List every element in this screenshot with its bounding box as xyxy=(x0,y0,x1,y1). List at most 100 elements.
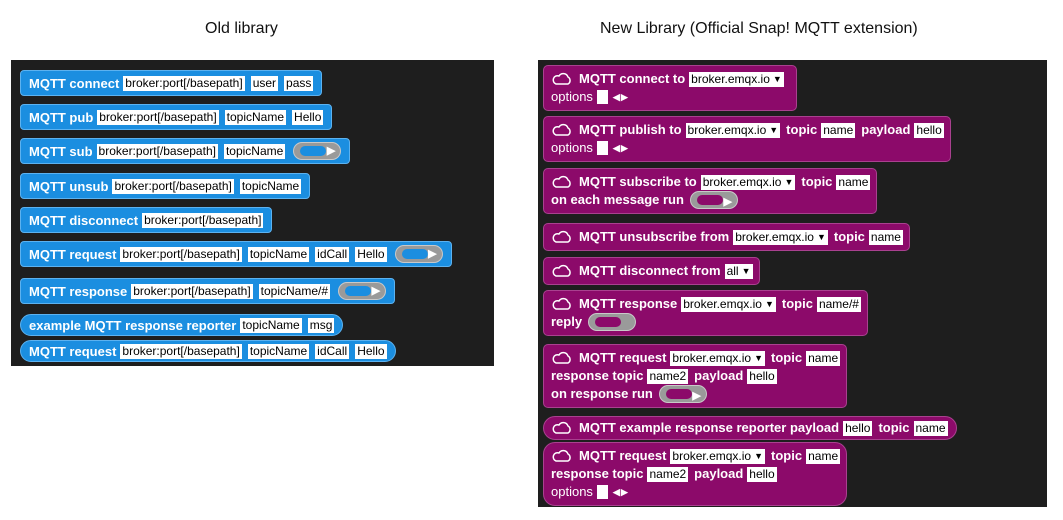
payload-keyword: payload xyxy=(861,122,911,137)
old-disconnect-block[interactable]: MQTT disconnect broker:port[/basepath] xyxy=(20,207,273,233)
topic-input[interactable]: topicName xyxy=(224,109,287,125)
id-input[interactable]: idCall xyxy=(315,343,350,359)
ring-slot-icon[interactable]: ▶ xyxy=(689,191,738,209)
target-dropdown[interactable]: all ▼ xyxy=(724,263,753,279)
old-unsub-block[interactable]: MQTT unsub broker:port[/basepath] topicN… xyxy=(20,173,311,199)
ring-slot-icon[interactable]: ▶ xyxy=(588,313,637,331)
broker-input[interactable]: broker:port[/basepath] xyxy=(112,178,234,194)
cloud-icon xyxy=(552,264,571,277)
topic-input[interactable]: name/# xyxy=(816,296,861,312)
broker-input[interactable]: broker:port[/basepath] xyxy=(131,283,253,299)
new-response-block[interactable]: MQTT response broker.emqx.io ▼ topic name… xyxy=(543,290,868,336)
payload-keyword: payload xyxy=(694,466,744,481)
payload-keyword: payload xyxy=(694,368,744,383)
topic-input[interactable]: name xyxy=(913,420,948,436)
payload-input[interactable]: hello xyxy=(747,466,777,482)
broker-input[interactable]: broker:port[/basepath] xyxy=(96,143,218,159)
variadic-arrows-icon[interactable]: ◀▶ xyxy=(613,139,629,157)
options-input[interactable] xyxy=(596,485,608,499)
new-connect-block[interactable]: MQTT connect to broker.emqx.io ▼ options … xyxy=(543,65,797,111)
broker-input[interactable]: broker:port[/basepath] xyxy=(142,212,264,228)
payload-input[interactable]: hello xyxy=(747,368,777,384)
variadic-arrows-icon[interactable]: ◀▶ xyxy=(613,88,629,106)
dropdown-arrow-icon: ▼ xyxy=(754,450,764,461)
reply-label: reply xyxy=(551,314,583,329)
topic-keyword: topic xyxy=(781,296,813,311)
payload-input[interactable]: Hello xyxy=(292,109,324,125)
block-label: MQTT disconnect from xyxy=(579,263,721,278)
variadic-arrows-icon[interactable]: ◀▶ xyxy=(613,483,629,501)
payload-input[interactable]: Hello xyxy=(355,246,387,262)
broker-input[interactable]: broker:port[/basepath] xyxy=(97,109,219,125)
topic-input[interactable]: name xyxy=(821,122,856,138)
new-subscribe-block[interactable]: MQTT subscribe to broker.emqx.io ▼ topic … xyxy=(543,168,878,214)
payload-input[interactable]: hello xyxy=(914,122,944,138)
topic-input[interactable]: topicName xyxy=(247,343,310,359)
old-response-block[interactable]: MQTT response broker:port[/basepath] top… xyxy=(20,278,396,304)
cloud-icon xyxy=(552,175,571,188)
broker-dropdown[interactable]: broker.emqx.io ▼ xyxy=(733,229,828,245)
payload-input[interactable]: hello xyxy=(843,420,873,436)
dropdown-arrow-icon: ▼ xyxy=(816,231,826,242)
ring-slot-icon[interactable]: ▶ xyxy=(394,245,443,263)
options-label: options xyxy=(551,89,593,104)
topic-input[interactable]: name xyxy=(868,229,903,245)
new-request-reporter[interactable]: MQTT request broker.emqx.io ▼ topic name … xyxy=(543,442,848,506)
old-sub-block[interactable]: MQTT sub broker:port[/basepath] topicNam… xyxy=(20,138,351,164)
old-example-reporter[interactable]: example MQTT response reporter topicName… xyxy=(20,314,344,336)
topic-keyword: topic xyxy=(771,350,803,365)
old-library-heading: Old library xyxy=(205,20,278,37)
ring-slot-icon[interactable]: ▶ xyxy=(338,282,387,300)
options-label: options xyxy=(551,140,593,155)
block-label: MQTT connect to xyxy=(579,71,686,86)
msg-input[interactable]: msg xyxy=(307,317,335,333)
new-example-reporter[interactable]: MQTT example response reporter payload h… xyxy=(543,416,957,440)
old-pub-block[interactable]: MQTT pub broker:port[/basepath] topicNam… xyxy=(20,104,333,130)
on-response-label: on response run xyxy=(551,386,653,401)
topic-input[interactable]: name xyxy=(806,350,841,366)
old-request-block[interactable]: MQTT request broker:port[/basepath] topi… xyxy=(20,241,452,267)
broker-dropdown[interactable]: broker.emqx.io ▼ xyxy=(700,174,796,190)
dropdown-arrow-icon: ▼ xyxy=(754,352,764,363)
payload-input[interactable]: Hello xyxy=(355,343,387,359)
cloud-icon xyxy=(552,421,571,434)
block-label: MQTT pub xyxy=(29,109,94,125)
broker-dropdown[interactable]: broker.emqx.io ▼ xyxy=(681,296,776,312)
topic-input[interactable]: topicName xyxy=(239,178,302,194)
response-topic-input[interactable]: name2 xyxy=(647,368,689,384)
topic-keyword: topic xyxy=(833,229,865,244)
broker-input[interactable]: broker:port[/basepath] xyxy=(120,246,242,262)
user-input[interactable]: user xyxy=(250,75,279,91)
broker-dropdown[interactable]: broker.emqx.io ▼ xyxy=(689,71,784,87)
ring-slot-icon[interactable]: ▶ xyxy=(658,385,707,403)
cloud-icon xyxy=(552,72,571,85)
topic-input[interactable]: topicName xyxy=(247,246,310,262)
options-input[interactable] xyxy=(596,141,608,155)
options-input[interactable] xyxy=(596,90,608,104)
topic-keyword: topic xyxy=(878,420,910,435)
response-topic-input[interactable]: name2 xyxy=(647,466,689,482)
broker-input[interactable]: broker:port[/basepath] xyxy=(123,75,245,91)
id-input[interactable]: idCall xyxy=(315,246,350,262)
broker-input[interactable]: broker:port[/basepath] xyxy=(120,343,242,359)
ring-slot-icon[interactable]: ▶ xyxy=(293,142,342,160)
topic-input[interactable]: name xyxy=(806,448,841,464)
topic-input[interactable]: topicName xyxy=(240,317,302,333)
broker-dropdown[interactable]: broker.emqx.io ▼ xyxy=(685,122,781,138)
new-library-panel: MQTT connect to broker.emqx.io ▼ options … xyxy=(538,60,1047,507)
new-unsubscribe-block[interactable]: MQTT unsubscribe from broker.emqx.io ▼ to… xyxy=(543,223,910,251)
new-disconnect-block[interactable]: MQTT disconnect from all ▼ xyxy=(543,257,760,285)
new-request-block[interactable]: MQTT request broker.emqx.io ▼ topic name … xyxy=(543,344,848,408)
pass-input[interactable]: pass xyxy=(284,75,314,91)
block-label: MQTT unsubscribe from xyxy=(579,229,730,244)
old-connect-block[interactable]: MQTT connect broker:port[/basepath] user… xyxy=(20,70,323,96)
broker-dropdown[interactable]: broker.emqx.io ▼ xyxy=(670,448,766,464)
topic-input[interactable]: topicName xyxy=(223,143,286,159)
block-label: MQTT example response reporter payload xyxy=(579,420,840,435)
topic-input[interactable]: topicName/# xyxy=(258,283,331,299)
topic-input[interactable]: name xyxy=(836,174,871,190)
old-request-reporter[interactable]: MQTT request broker:port[/basepath] topi… xyxy=(20,340,396,362)
broker-dropdown[interactable]: broker.emqx.io ▼ xyxy=(670,350,766,366)
block-label: MQTT publish to xyxy=(579,122,682,137)
new-publish-block[interactable]: MQTT publish to broker.emqx.io ▼ topic na… xyxy=(543,116,951,162)
